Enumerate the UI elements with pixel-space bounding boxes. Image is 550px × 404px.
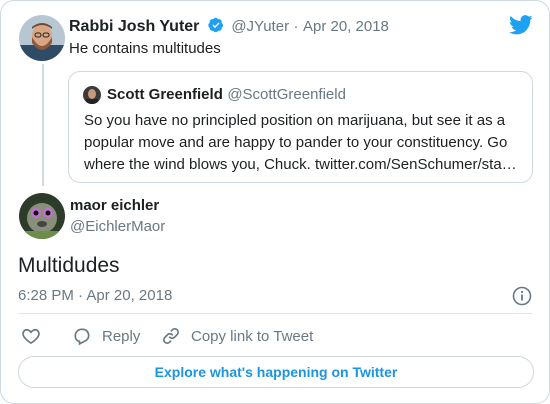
quoted-tweet[interactable]: Scott Greenfield @ScottGreenfield So you… bbox=[68, 71, 533, 183]
explore-twitter-button[interactable]: Explore what's happening on Twitter bbox=[18, 356, 534, 388]
reply-tweet-text: Multidudes bbox=[18, 254, 120, 277]
explore-label: Explore what's happening on Twitter bbox=[154, 364, 398, 380]
meta-separator: · bbox=[78, 287, 84, 304]
info-icon[interactable] bbox=[512, 286, 532, 306]
copy-link-label: Copy link to Tweet bbox=[191, 327, 314, 345]
link-icon bbox=[161, 326, 181, 346]
reply-icon bbox=[72, 326, 92, 346]
parent-tweet-date[interactable]: Apr 20, 2018 bbox=[303, 18, 389, 35]
like-button[interactable] bbox=[21, 326, 41, 346]
reply-author-name[interactable]: maor eichler bbox=[70, 197, 159, 214]
reply-author-avatar[interactable] bbox=[19, 193, 65, 239]
quoted-author-handle: @ScottGreenfield bbox=[227, 86, 346, 103]
reply-label: Reply bbox=[102, 327, 141, 345]
parent-author-avatar[interactable] bbox=[19, 15, 65, 61]
quoted-tweet-text: So you have no principled position on ma… bbox=[84, 112, 517, 173]
quoted-author-name: Scott Greenfield bbox=[107, 86, 223, 103]
quoted-tweet-header: Scott Greenfield @ScottGreenfield bbox=[107, 86, 346, 104]
meta-separator: · bbox=[293, 18, 299, 35]
copy-link-button[interactable]: Copy link to Tweet bbox=[161, 326, 313, 346]
parent-tweet-text: He contains multitudes bbox=[69, 40, 221, 57]
twitter-bird-icon[interactable] bbox=[509, 15, 533, 35]
parent-author-name[interactable]: Rabbi Josh Yuter bbox=[69, 18, 199, 35]
embedded-tweet-card: Rabbi Josh Yuter @JYuter · Apr 20, 2018 … bbox=[0, 0, 550, 404]
parent-author-handle[interactable]: @JYuter bbox=[231, 18, 289, 35]
verified-icon bbox=[208, 17, 224, 33]
reply-date: Apr 20, 2018 bbox=[86, 287, 173, 304]
thread-connector-line bbox=[42, 64, 44, 186]
heart-icon bbox=[21, 328, 41, 350]
reply-time: 6:28 PM bbox=[18, 287, 74, 304]
quoted-author-avatar bbox=[83, 86, 101, 104]
parent-tweet-header: Rabbi Josh Yuter @JYuter · Apr 20, 2018 bbox=[69, 17, 389, 36]
reply-button[interactable]: Reply bbox=[72, 326, 140, 346]
actions-divider bbox=[18, 313, 532, 314]
reply-timestamp[interactable]: 6:28 PM · Apr 20, 2018 bbox=[18, 287, 172, 304]
reply-author-handle[interactable]: @EichlerMaor bbox=[70, 218, 165, 235]
